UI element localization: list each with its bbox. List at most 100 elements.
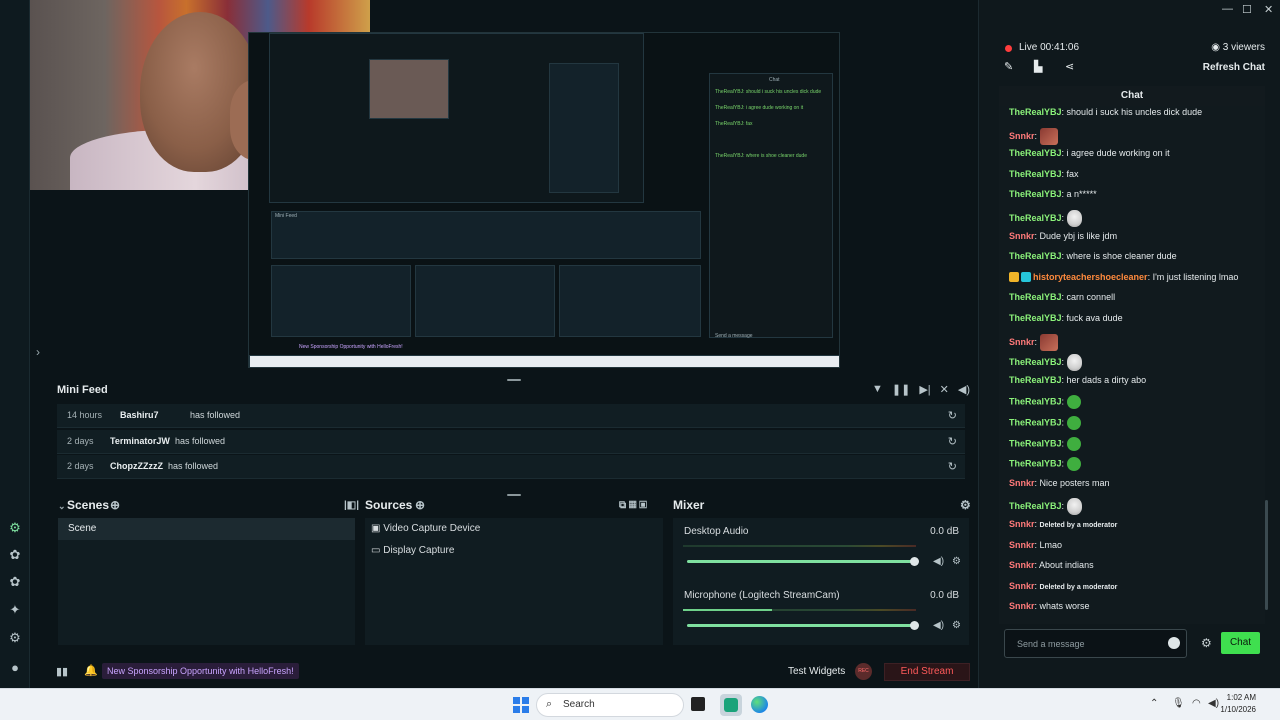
chat-username[interactable]: Snnkr — [1009, 601, 1035, 611]
file-explorer-icon[interactable] — [691, 697, 705, 711]
speaker-icon[interactable]: ◀) — [933, 620, 944, 631]
left-icon-rail: ⚙ ✿ ✿ ✦ ⚙ ● — [0, 0, 30, 688]
chat-text: a n***** — [1066, 189, 1097, 200]
close-icon[interactable]: ✕ — [1264, 3, 1273, 16]
chat-username[interactable]: Snnkr — [1009, 478, 1035, 488]
filter-icon[interactable]: ▼ — [872, 383, 883, 396]
end-stream-button[interactable]: End Stream — [884, 663, 970, 681]
emoji-icon[interactable] — [1168, 637, 1180, 649]
chat-username[interactable]: TheRealYBJ — [1009, 251, 1062, 261]
sponsorship-banner[interactable]: New Sponsorship Opportunity with HelloFr… — [102, 663, 299, 679]
chat-username[interactable]: Snnkr — [1009, 336, 1035, 346]
taskbar-search[interactable]: ⌕ Search — [536, 693, 684, 717]
system-clock[interactable]: 1:02 AM 1/10/2026 — [1220, 692, 1256, 716]
chat-username[interactable]: Snnkr — [1009, 519, 1035, 529]
settings-icon[interactable]: ⚙ — [7, 630, 23, 646]
source-tools-icon[interactable]: ⧉ ▦ ▣ — [619, 500, 647, 511]
skip-icon[interactable]: ▶| — [919, 383, 930, 396]
scenes-panel: Scene — [58, 518, 355, 645]
chat-username[interactable]: TheRealYBJ — [1009, 375, 1062, 385]
studio-mode-icon[interactable]: |◧| — [344, 500, 359, 511]
send-chat-button[interactable]: Chat — [1221, 632, 1260, 654]
viewer-count: ◉ 3 viewers — [1211, 42, 1265, 53]
chat-text: Dude ybj is like jdm — [1039, 230, 1118, 241]
slider-knob[interactable] — [910, 621, 919, 630]
camera-icon: ▣ — [371, 523, 381, 534]
refresh-chat-button[interactable]: Refresh Chat — [1203, 62, 1265, 73]
stats-icon[interactable]: ▮▮ — [56, 665, 68, 678]
channel-gear-icon[interactable]: ⚙ — [952, 620, 961, 631]
replay-icon[interactable]: ↻ — [948, 435, 957, 448]
chat-username[interactable]: TheRealYBJ — [1009, 397, 1062, 407]
green-emote-icon — [1066, 395, 1081, 410]
chat-input[interactable] — [1017, 636, 1162, 652]
chat-username[interactable]: TheRealYBJ — [1009, 313, 1062, 323]
dock-icon[interactable]: ▙ — [1034, 60, 1042, 73]
volume-slider[interactable] — [687, 557, 919, 566]
chat-username[interactable]: TheRealYBJ — [1009, 213, 1062, 223]
edge-browser-icon[interactable] — [751, 696, 768, 713]
chat-scrollbar[interactable] — [1265, 500, 1268, 610]
chat-messages: TheRealYBJ: should i suck his uncles dic… — [999, 106, 1265, 624]
chat-username[interactable]: Snnkr — [1009, 231, 1035, 241]
app-store-icon[interactable]: ✿ — [7, 574, 23, 590]
chat-username[interactable]: TheRealYBJ — [1009, 292, 1062, 302]
record-button[interactable]: REC — [855, 663, 872, 680]
chat-username[interactable]: TheRealYBJ — [1009, 417, 1062, 427]
edit-icon[interactable]: ✎ — [1004, 60, 1013, 73]
chat-username[interactable]: Snnkr — [1009, 581, 1035, 591]
themes-icon[interactable]: ✿ — [7, 547, 23, 563]
chat-message: Snnkr: Deleted by a moderator — [1009, 519, 1118, 529]
chat-username[interactable]: TheRealYBJ — [1009, 107, 1062, 117]
chat-text: carn connell — [1066, 292, 1116, 303]
chat-username[interactable]: TheRealYBJ — [1009, 148, 1062, 158]
test-widgets-button[interactable]: Test Widgets — [788, 666, 845, 677]
resize-handle[interactable] — [507, 494, 521, 496]
streamlabs-app-icon[interactable] — [720, 694, 742, 716]
chat-settings-icon[interactable]: ⚙ — [1201, 636, 1212, 650]
slider-knob[interactable] — [910, 557, 919, 566]
chat-username[interactable]: historyteachershoecleaner — [1033, 272, 1148, 282]
chat-username[interactable]: TheRealYBJ — [1009, 357, 1062, 367]
chat-text: I'm just listening lmao — [1152, 271, 1239, 282]
windows-start-icon[interactable] — [513, 697, 529, 713]
source-item-display[interactable]: ▭ Display Capture — [371, 545, 454, 556]
maximize-icon[interactable]: ☐ — [1242, 3, 1252, 16]
scene-item[interactable]: Scene — [58, 518, 355, 540]
volume-tray-icon[interactable]: ◀) — [1208, 698, 1219, 709]
chat-username[interactable]: TheRealYBJ — [1009, 438, 1062, 448]
speaker-icon[interactable]: ◀) — [933, 556, 944, 567]
add-scene-icon[interactable]: ⊕ — [110, 498, 120, 512]
chat-username[interactable]: Snnkr — [1009, 540, 1035, 550]
replay-icon[interactable]: ↻ — [948, 460, 957, 473]
channel-name: Desktop Audio — [684, 526, 749, 537]
chat-username[interactable]: Snnkr — [1009, 130, 1035, 140]
add-source-icon[interactable]: ⊕ — [415, 498, 425, 512]
dashboard-icon[interactable]: ⚙ — [7, 520, 23, 536]
microphone-icon[interactable]: 🎙 — [1172, 698, 1185, 709]
wifi-icon[interactable]: ◠ — [1192, 698, 1201, 709]
chat-username[interactable]: Snnkr — [1009, 560, 1035, 570]
minimize-icon[interactable]: — — [1222, 3, 1233, 15]
profile-icon[interactable]: ● — [7, 660, 23, 676]
volume-slider[interactable] — [687, 621, 919, 630]
volume-icon[interactable]: ◀) — [958, 383, 970, 396]
notification-icon[interactable]: 🔔 — [84, 664, 98, 677]
pause-icon[interactable]: ❚❚ — [892, 383, 910, 396]
tray-chevron-icon[interactable]: ⌃ — [1150, 698, 1158, 709]
chevron-down-icon[interactable]: ⌄ — [58, 501, 66, 512]
chat-message: TheRealYBJ: — [1009, 395, 1081, 410]
chat-username[interactable]: TheRealYBJ — [1009, 501, 1062, 511]
mixer-settings-icon[interactable]: ⚙ — [960, 498, 971, 512]
mixer-title: Mixer — [673, 498, 705, 512]
collapse-left-icon[interactable]: › — [36, 345, 40, 359]
highlighter-icon[interactable]: ✦ — [7, 602, 23, 618]
source-item-video[interactable]: ▣ Video Capture Device — [371, 523, 480, 534]
channel-gear-icon[interactable]: ⚙ — [952, 556, 961, 567]
chat-username[interactable]: TheRealYBJ — [1009, 169, 1062, 179]
share-icon[interactable]: ⋖ — [1065, 60, 1074, 73]
chat-username[interactable]: TheRealYBJ — [1009, 189, 1062, 199]
mute-alerts-icon[interactable]: ✕ — [940, 383, 949, 396]
replay-icon[interactable]: ↻ — [948, 409, 957, 422]
chat-username[interactable]: TheRealYBJ — [1009, 459, 1062, 469]
